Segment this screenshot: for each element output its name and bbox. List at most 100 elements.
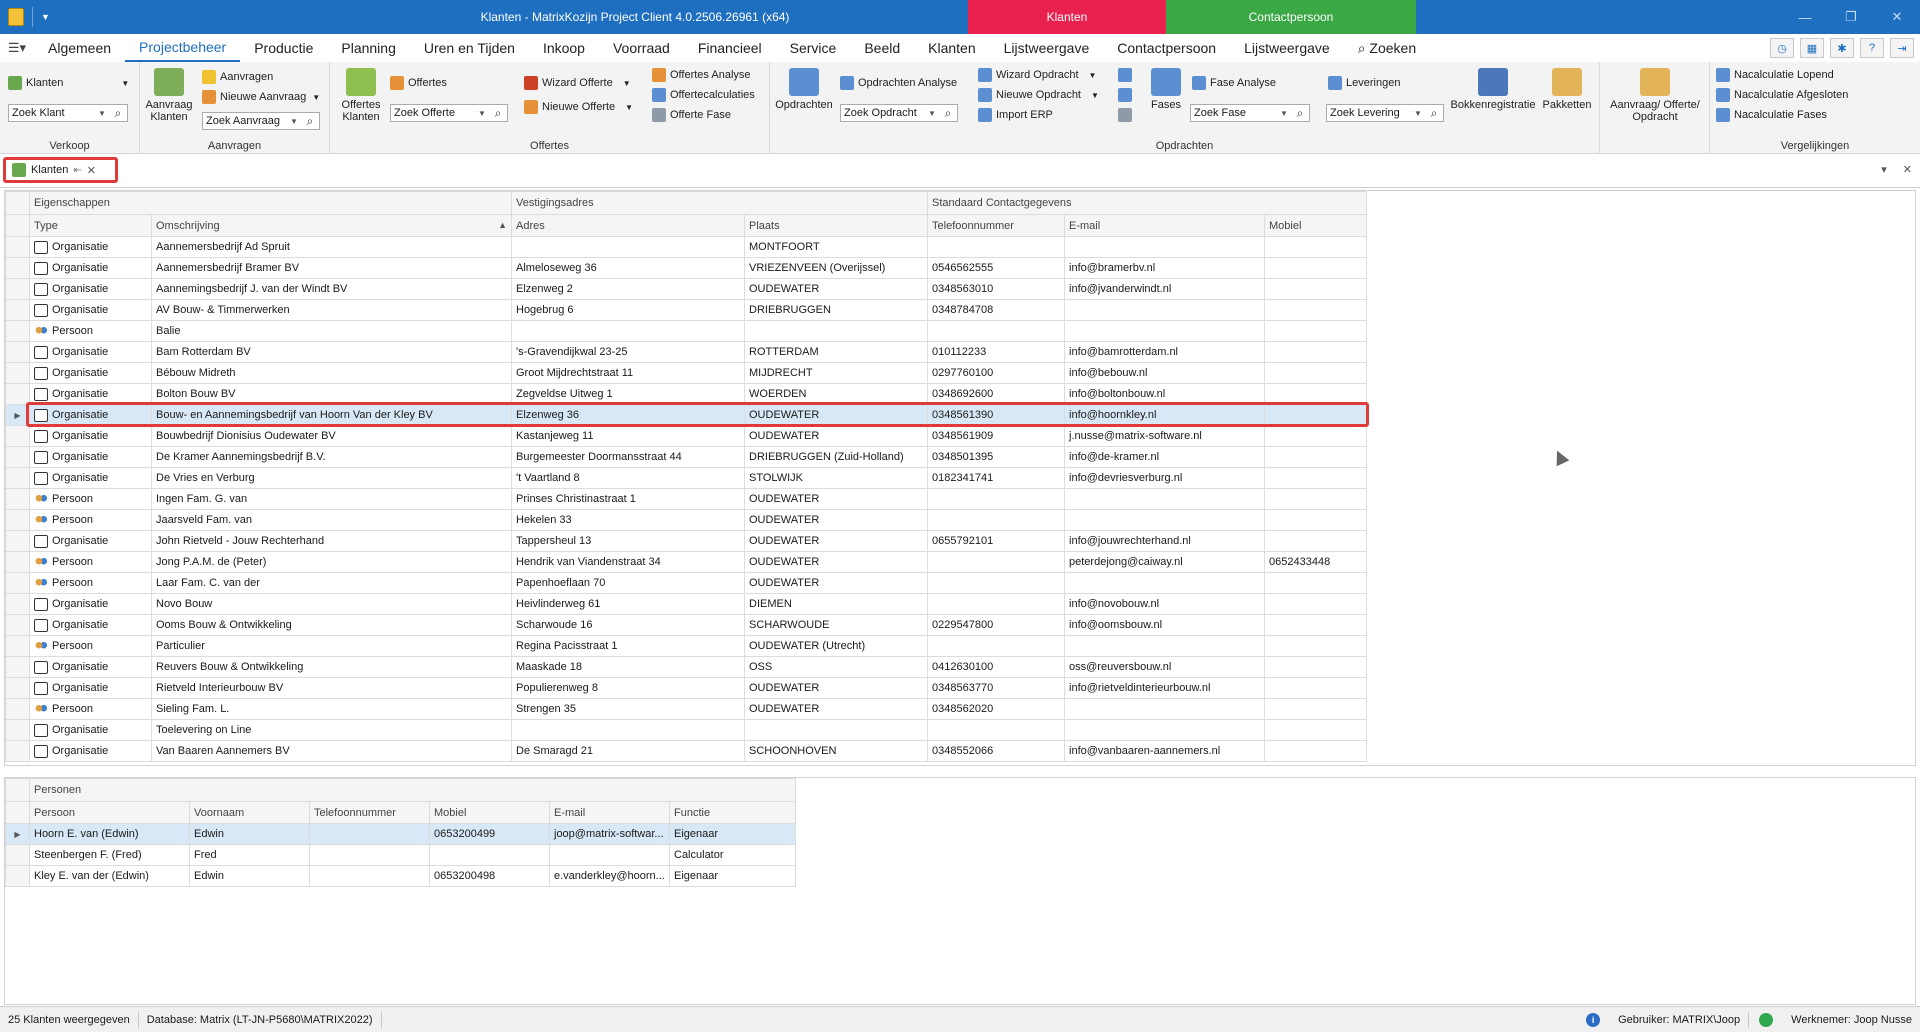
cell-omschrijving[interactable]: AV Bouw- & Timmerwerken (151, 299, 512, 321)
row-indicator[interactable] (5, 446, 30, 468)
close-icon[interactable]: ✕ (1903, 163, 1912, 176)
cell-email[interactable] (1064, 719, 1266, 741)
cell-adres[interactable]: Heivlinderweg 61 (511, 593, 745, 615)
table-row[interactable]: Organisatie Ooms Bouw & Ontwikkeling Schar… (5, 614, 1368, 636)
cell-mobiel[interactable] (1264, 362, 1368, 384)
cell-omschrijving[interactable]: Aannemersbedrijf Ad Spruit (151, 236, 512, 258)
table-row[interactable]: Organisatie Aannemersbedrijf Ad Spruit MON… (5, 236, 1368, 258)
cell-omschrijving[interactable]: Rietveld Interieurbouw BV (151, 677, 512, 699)
cell-plaats[interactable] (743, 320, 929, 342)
cell-email[interactable]: e.vanderkley@hoorn... (549, 865, 670, 887)
aanvraag-offerte-opdracht-button[interactable]: Aanvraag/ Offerte/ Opdracht (1606, 68, 1704, 123)
cell-plaats[interactable]: OUDEWATER (743, 278, 929, 300)
cell-plaats[interactable]: OUDEWATER (743, 509, 929, 531)
row-indicator[interactable] (5, 425, 30, 447)
nacalculatie-afgesloten-button[interactable]: Nacalculatie Afgesloten (1716, 88, 1848, 102)
offertecalculaties-button[interactable]: Offertecalculaties (652, 88, 755, 102)
row-indicator[interactable] (5, 740, 30, 762)
cell-omschrijving[interactable]: Particulier (151, 635, 512, 657)
col-voornaam[interactable]: Voornaam (189, 801, 310, 824)
cell-adres[interactable]: Regina Pacisstraat 1 (511, 635, 745, 657)
cell-plaats[interactable]: OUDEWATER (743, 551, 929, 573)
cell-email[interactable]: info@oomsbouw.nl (1064, 614, 1266, 636)
search-icon[interactable]: ⌕ (489, 106, 507, 121)
cell-telefoon[interactable]: 0297760100 (927, 362, 1066, 384)
cell-omschrijving[interactable]: Bam Rotterdam BV (151, 341, 512, 363)
col-persoon[interactable]: Persoon (29, 801, 190, 824)
row-indicator[interactable] (5, 656, 30, 678)
wizard-opdracht-button[interactable]: Wizard Opdracht ▼ (978, 68, 1096, 82)
cell-email[interactable]: info@bebouw.nl (1064, 362, 1266, 384)
row-indicator[interactable] (5, 278, 30, 300)
cell-functie[interactable]: Eigenaar (668, 865, 797, 887)
cell-adres[interactable]: Populierenweg 8 (511, 677, 745, 699)
row-indicator[interactable] (5, 509, 30, 531)
chevron-down-icon[interactable]: ▼ (1411, 109, 1425, 118)
col-mobiel[interactable]: Mobiel (1264, 214, 1368, 237)
tab-klanten[interactable]: Klanten (914, 34, 989, 62)
tab-zoeken[interactable]: ⌕ Zoeken (1344, 34, 1430, 62)
cell-email[interactable]: info@boltonbouw.nl (1064, 383, 1266, 405)
cell-adres[interactable]: Prinses Christinastraat 1 (511, 488, 745, 510)
row-indicator[interactable] (5, 551, 30, 573)
nacalculatie-lopend-button[interactable]: Nacalculatie Lopend (1716, 68, 1834, 82)
tool-icon[interactable] (1118, 108, 1132, 122)
cell-adres[interactable]: Burgemeester Doormansstraat 44 (511, 446, 745, 468)
cell-type[interactable]: Organisatie (29, 467, 152, 489)
leveringen-button[interactable]: Leveringen (1328, 76, 1400, 90)
table-row[interactable]: Organisatie Bébouw Midreth Groot Mijdrecht… (5, 362, 1368, 384)
cell-plaats[interactable]: OUDEWATER (743, 677, 929, 699)
tab-financieel[interactable]: Financieel (684, 34, 776, 62)
table-row[interactable]: Organisatie Aannemingsbedrijf J. van der … (5, 278, 1368, 300)
cell-telefoon[interactable] (927, 593, 1066, 615)
cell-voornaam[interactable]: Edwin (189, 865, 310, 887)
cell-telefoon[interactable] (927, 635, 1066, 657)
nacalculatie-fases-button[interactable]: Nacalculatie Fases (1716, 108, 1827, 122)
cell-email[interactable]: info@devriesverburg.nl (1064, 467, 1266, 489)
search-icon[interactable]: ⌕ (1291, 106, 1309, 121)
cell-email[interactable] (1064, 698, 1266, 720)
cell-omschrijving[interactable]: John Rietveld - Jouw Rechterhand (151, 530, 512, 552)
cell-adres[interactable]: 's-Gravendijkwal 23-25 (511, 341, 745, 363)
col-type[interactable]: Type (29, 214, 152, 237)
cell-telefoon[interactable]: 0348561390 (927, 404, 1066, 426)
cell-omschrijving[interactable]: Aannemersbedrijf Bramer BV (151, 257, 512, 279)
cell-omschrijving[interactable]: Bolton Bouw BV (151, 383, 512, 405)
cell-adres[interactable]: Papenhoeflaan 70 (511, 572, 745, 594)
table-row[interactable]: Organisatie AV Bouw- & Timmerwerken Hogebr… (5, 299, 1368, 321)
cell-adres[interactable] (511, 320, 745, 342)
app-menu-icon[interactable]: ☰▾ (0, 40, 34, 56)
cell-type[interactable]: Persoon (29, 698, 152, 720)
restore-icon[interactable]: ❐ (1828, 0, 1874, 34)
cell-type[interactable]: Organisatie (29, 257, 152, 279)
cell-mobiel[interactable]: 0653200498 (429, 865, 550, 887)
cell-mobiel[interactable] (1264, 740, 1368, 762)
cell-type[interactable]: Organisatie (29, 425, 152, 447)
cell-telefoon[interactable] (927, 236, 1066, 258)
cell-adres[interactable]: Zegveldse Uitweg 1 (511, 383, 745, 405)
cell-mobiel[interactable] (1264, 614, 1368, 636)
settings-icon[interactable]: ✱ (1830, 38, 1854, 58)
cell-mobiel[interactable] (1264, 320, 1368, 342)
cell-plaats[interactable]: DIEMEN (743, 593, 929, 615)
wizard-offerte-button[interactable]: Wizard Offerte ▼ (524, 76, 631, 90)
cell-adres[interactable]: Maaskade 18 (511, 656, 745, 678)
offertes-analyse-button[interactable]: Offertes Analyse (652, 68, 751, 82)
aanvraag-klanten-button[interactable]: Aanvraag Klanten (144, 68, 194, 123)
row-indicator[interactable] (5, 530, 30, 552)
row-indicator[interactable]: ▶ (5, 404, 30, 426)
table-row[interactable]: Organisatie De Kramer Aannemingsbedrijf B… (5, 446, 1368, 468)
cell-email[interactable]: info@bamrotterdam.nl (1064, 341, 1266, 363)
cell-telefoon[interactable] (309, 823, 430, 845)
cell-telefoon[interactable]: 0348784708 (927, 299, 1066, 321)
cell-voornaam[interactable]: Edwin (189, 823, 310, 845)
cell-email[interactable] (1064, 572, 1266, 594)
row-indicator[interactable] (5, 844, 30, 866)
cell-plaats[interactable]: MONTFOORT (743, 236, 929, 258)
cell-email[interactable] (1064, 236, 1266, 258)
cell-omschrijving[interactable]: De Kramer Aannemingsbedrijf B.V. (151, 446, 512, 468)
cell-plaats[interactable]: SCHOONHOVEN (743, 740, 929, 762)
cell-email[interactable]: info@jouwrechterhand.nl (1064, 530, 1266, 552)
cell-telefoon[interactable]: 0182341741 (927, 467, 1066, 489)
cell-mobiel[interactable] (1264, 677, 1368, 699)
